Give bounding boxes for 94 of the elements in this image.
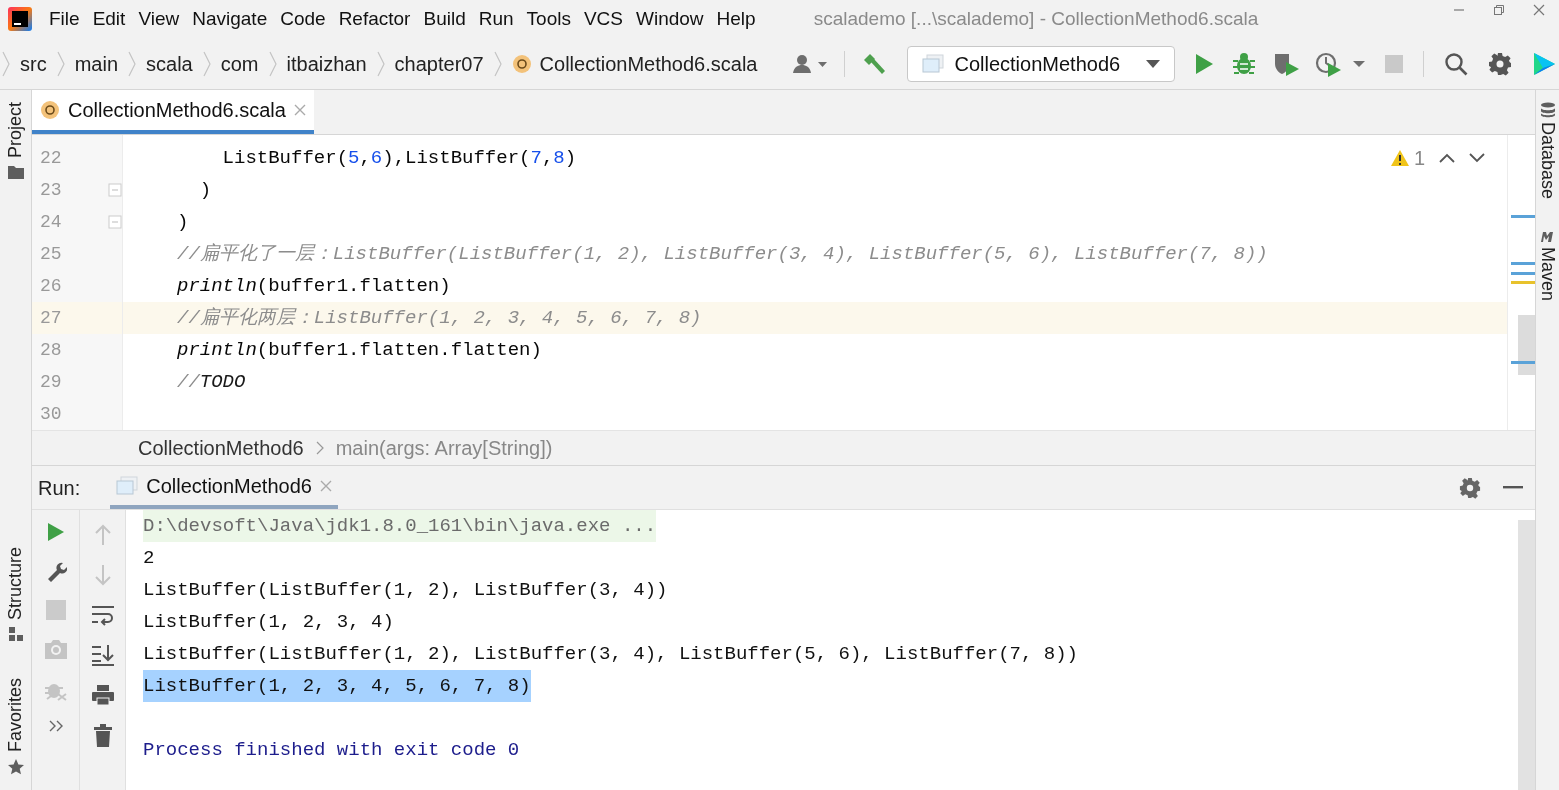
menu-item[interactable]: File	[49, 4, 80, 34]
tool-window-tab[interactable]: Maven	[1534, 247, 1559, 302]
star-icon[interactable]	[6, 758, 25, 776]
code-line: )	[198, 177, 212, 203]
chevron-icon	[315, 441, 324, 455]
more-icon[interactable]	[48, 720, 63, 732]
print-icon[interactable]	[90, 684, 115, 706]
chevron-icon	[128, 50, 137, 77]
panel-title: Run:	[38, 475, 81, 501]
window-icon	[922, 53, 945, 74]
breadcrumb-item[interactable]: CollectionMethod6	[138, 433, 304, 463]
code-line: println(buffer1.flatten.flatten)	[177, 337, 542, 363]
scroll-to-end-icon[interactable]	[90, 644, 115, 666]
settings-icon[interactable]	[1459, 476, 1481, 499]
restore-icon[interactable]	[1493, 4, 1505, 16]
code-line: ListBuffer(5,6),ListBuffer(7,8)	[221, 145, 577, 171]
line-number: 23	[40, 178, 62, 202]
user-icon[interactable]	[792, 52, 829, 75]
line-number: 27	[40, 306, 62, 330]
console-line: 2	[143, 546, 155, 571]
breadcrumb-folder[interactable]: scala	[146, 48, 193, 79]
menu-item[interactable]: View	[138, 4, 180, 34]
menu-item[interactable]: Window	[636, 4, 704, 34]
line-number: 30	[40, 402, 62, 426]
menu-item[interactable]: Code	[280, 4, 326, 34]
line-number: 25	[40, 242, 62, 266]
breadcrumb-folder[interactable]: src	[20, 48, 47, 79]
arrow-up-icon[interactable]	[93, 524, 112, 546]
close-icon[interactable]	[1533, 4, 1545, 16]
breadcrumb-folder[interactable]: com	[220, 48, 259, 79]
close-icon[interactable]	[319, 479, 332, 492]
run-configuration-dropdown[interactable]: CollectionMethod6	[907, 45, 1176, 82]
database-icon[interactable]	[1539, 102, 1556, 118]
console-command: D:\devsoft\Java\jdk1.8.0_161\bin\java.exe ...	[143, 510, 657, 542]
scrollbar-track[interactable]	[1518, 520, 1535, 790]
window-icon	[116, 475, 139, 496]
breadcrumb-file[interactable]: CollectionMethod6.scala	[539, 48, 758, 79]
tool-window-tab[interactable]: Project	[2, 102, 29, 159]
warning-indicator[interactable]: 1	[1389, 143, 1425, 173]
console-message: Process finished with exit code 0	[143, 738, 520, 763]
console-line: ListBuffer(ListBuffer(1, 2), ListBuffer(3, 4), ListBuffer(5, 6), ListBuffer(7, 8))	[143, 642, 1078, 667]
breadcrumb-folder[interactable]: chapter07	[394, 48, 484, 79]
tool-window-tab[interactable]: Favorites	[2, 677, 29, 752]
code-line: println(buffer1.flatten)	[177, 273, 451, 299]
chevron-icon	[2, 50, 10, 77]
breadcrumb-folder[interactable]: itbaizhan	[286, 48, 367, 79]
editor-tab[interactable]: CollectionMethod6.scala	[32, 90, 314, 134]
chevron-icon	[493, 50, 502, 77]
toolbox-icon[interactable]	[1532, 50, 1557, 77]
scrollbar-thumb[interactable]	[1518, 315, 1535, 375]
menu-item[interactable]: Tools	[526, 4, 571, 34]
chevron-icon	[202, 50, 211, 77]
console-line: ListBuffer(1, 2, 3, 4)	[143, 610, 394, 635]
arrow-down-icon[interactable]	[93, 564, 112, 586]
chevron-icon	[56, 50, 65, 77]
chevron-icon	[268, 50, 277, 77]
trash-icon[interactable]	[92, 724, 113, 748]
camera-icon[interactable]	[43, 638, 68, 660]
run-icon[interactable]	[46, 522, 65, 542]
line-number: 26	[40, 274, 62, 298]
code-line: //扁平化两层：ListBuffer(1, 2, 3, 4, 5, 6, 7, 8)	[177, 305, 702, 331]
tool-window-tab[interactable]: Structure	[2, 546, 29, 620]
console-line: ListBuffer(ListBuffer(1, 2), ListBuffer(3, 4))	[143, 578, 668, 603]
menu-item[interactable]: Navigate	[192, 4, 268, 34]
structure-icon[interactable]	[7, 625, 24, 642]
menu-item[interactable]: Help	[716, 4, 756, 34]
settings-icon[interactable]	[1488, 51, 1513, 76]
next-icon[interactable]	[1469, 153, 1485, 163]
caret-icon	[1146, 59, 1161, 68]
window-title: scalademo [...\scalademo] - CollectionMethod6.scala	[813, 6, 1259, 31]
menu-item[interactable]: Refactor	[338, 4, 411, 34]
menu-item[interactable]: Edit	[92, 4, 126, 34]
line-number: 22	[40, 146, 62, 170]
search-icon[interactable]	[1444, 51, 1469, 76]
line-number: 24	[40, 210, 62, 234]
previous-icon[interactable]	[1439, 153, 1455, 163]
line-number: 29	[40, 370, 62, 394]
tool-window-tab[interactable]: Database	[1534, 122, 1559, 200]
code-line: )	[177, 209, 189, 235]
line-number: 28	[40, 338, 62, 362]
soft-wrap-icon[interactable]	[90, 604, 115, 626]
close-icon[interactable]	[293, 104, 306, 116]
menu-item[interactable]: VCS	[583, 4, 623, 34]
scala-file-icon	[40, 100, 60, 120]
app-logo-icon	[7, 6, 33, 32]
code-line: //TODO	[177, 369, 246, 395]
menu-item[interactable]: Build	[423, 4, 466, 34]
debug-bug-icon[interactable]	[1231, 50, 1258, 77]
code-line: //扁平化了一层：ListBuffer(ListBuffer(1, 2), ListBuffer(3, 4), ListBuffer(5, 6), ListBuffer(7, 8))	[177, 241, 1268, 267]
scala-file-icon	[511, 53, 532, 74]
menu-item[interactable]: Run	[478, 4, 514, 34]
breadcrumb-folder[interactable]: main	[74, 48, 119, 79]
folder-icon[interactable]	[6, 164, 25, 181]
chevron-icon	[376, 50, 385, 77]
